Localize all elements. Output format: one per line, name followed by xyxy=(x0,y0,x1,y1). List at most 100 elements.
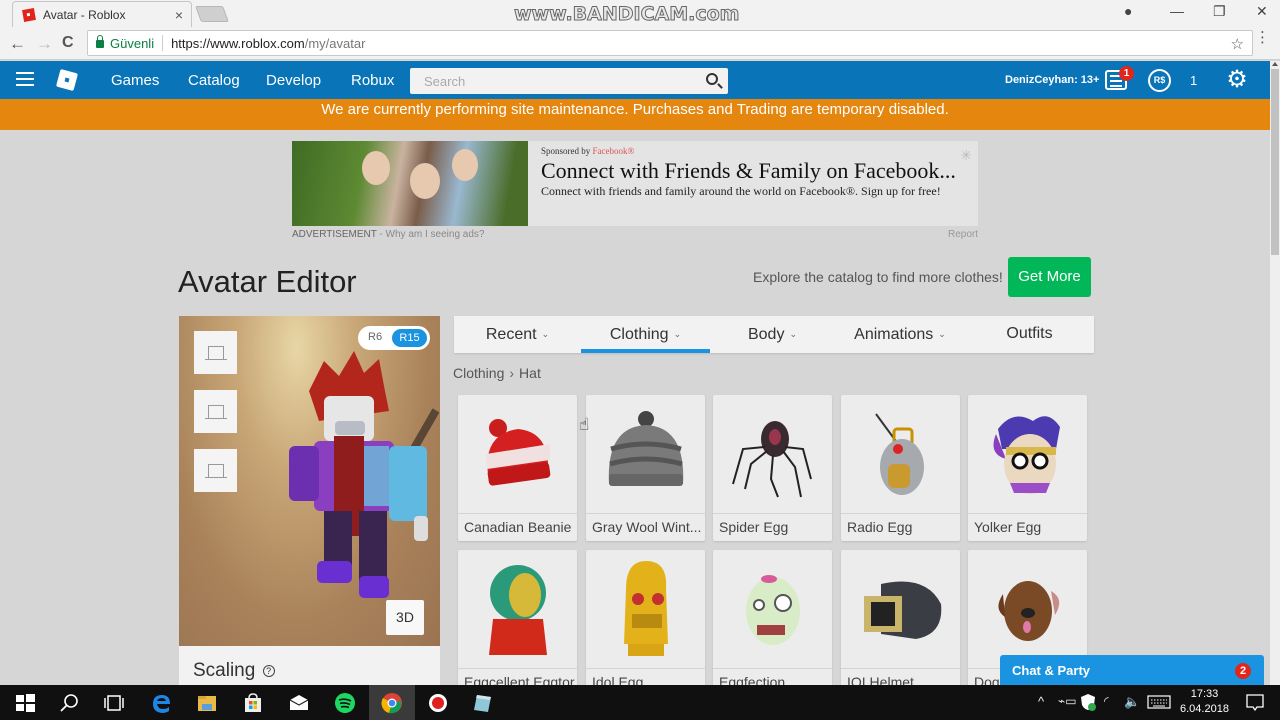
item-thumbnail xyxy=(968,550,1087,668)
scrollbar-thumb[interactable] xyxy=(1271,69,1279,255)
edge-browser-icon[interactable] xyxy=(150,692,172,714)
volume-icon[interactable]: 🔈 xyxy=(1124,694,1140,710)
tab-label: Outfits xyxy=(1006,325,1053,342)
reload-button[interactable]: C xyxy=(62,34,74,52)
tab-clothing[interactable]: Clothing ⌄ xyxy=(581,316,710,353)
bandicam-record-icon[interactable] xyxy=(427,692,449,714)
item-card[interactable]: Radio Egg xyxy=(841,395,960,541)
forward-button[interactable]: → xyxy=(36,34,53,54)
address-bar-row: ← → C Güvenli https://www.roblox.com/my/… xyxy=(0,27,1280,60)
robux-count[interactable]: 1 xyxy=(1190,73,1197,88)
nav-games[interactable]: Games xyxy=(111,72,159,89)
tab-close-icon[interactable]: × xyxy=(175,7,183,23)
why-ads-link[interactable]: - Why am I seeing ads? xyxy=(377,229,484,240)
system-clock[interactable]: 17:33 6.04.2018 xyxy=(1180,687,1229,717)
nav-catalog[interactable]: Catalog xyxy=(188,72,240,89)
ad-loading-icon: ✳ xyxy=(960,147,972,163)
mail-icon[interactable] xyxy=(288,692,310,714)
touch-keyboard-icon[interactable] xyxy=(1147,695,1171,709)
advertisement-banner[interactable]: Sponsored by Facebook® Connect with Frie… xyxy=(292,141,978,226)
item-thumbnail xyxy=(586,395,705,513)
chat-party-button[interactable]: Chat & Party 2 xyxy=(1000,655,1264,685)
windows-defender-icon[interactable] xyxy=(1080,693,1096,711)
page-scrollbar[interactable] xyxy=(1270,61,1280,685)
hat-icon xyxy=(204,464,227,478)
accessory-slot-3[interactable] xyxy=(194,449,237,492)
back-button[interactable]: ← xyxy=(9,34,26,54)
hamburger-menu-icon[interactable] xyxy=(16,72,34,86)
new-tab-button[interactable] xyxy=(195,6,229,22)
ad-headline[interactable]: Connect with Friends & Family on Faceboo… xyxy=(541,158,956,184)
site-header: Games Catalog Develop Robux DenizCeyhan:… xyxy=(0,61,1270,99)
windows-taskbar: ^ ⌁▭ ◜ 🔈 17:33 6.04.2018 xyxy=(0,685,1280,720)
item-thumbnail xyxy=(713,395,832,513)
tab-animations[interactable]: Animations ⌄ xyxy=(835,316,965,353)
item-card[interactable]: Eggfection xyxy=(713,550,832,696)
chrome-icon[interactable] xyxy=(381,692,403,714)
nav-robux[interactable]: Robux xyxy=(351,72,394,89)
url-input[interactable]: Güvenli https://www.roblox.com/my/avatar… xyxy=(87,30,1253,56)
show-hidden-icons[interactable]: ^ xyxy=(1038,694,1044,709)
browser-tab-active[interactable]: Avatar - Roblox × xyxy=(12,1,192,27)
scroll-up-arrow-icon[interactable] xyxy=(1272,62,1278,66)
browser-titlebar: Avatar - Roblox × www.BANDICAM.com ● — ❐… xyxy=(0,0,1280,27)
ad-sponsored-prefix: Sponsored by xyxy=(541,146,593,156)
tab-label: Animations xyxy=(854,326,934,343)
chevron-down-icon: ⌄ xyxy=(673,329,682,339)
search-icon[interactable] xyxy=(706,73,718,85)
nav-develop[interactable]: Develop xyxy=(266,72,321,89)
accessory-slot-1[interactable] xyxy=(194,331,237,374)
rig-type-toggle: R6 R15 xyxy=(358,326,430,350)
ad-image xyxy=(292,141,528,226)
toggle-3d-button[interactable]: 3D xyxy=(386,600,424,635)
search-input[interactable] xyxy=(410,68,690,94)
item-thumbnail xyxy=(841,550,960,668)
tab-label: Clothing xyxy=(609,326,669,343)
bookmark-star-icon[interactable]: ☆ xyxy=(1231,35,1244,53)
item-card[interactable]: Spider Egg xyxy=(713,395,832,541)
tab-body[interactable]: Body ⌄ xyxy=(710,316,835,353)
lock-icon xyxy=(96,35,104,48)
chat-party-label: Chat & Party xyxy=(1012,663,1091,678)
item-card[interactable]: Canadian Beanie xyxy=(458,395,577,541)
app-notes-icon[interactable] xyxy=(472,692,494,714)
item-card[interactable]: Idol Egg xyxy=(586,550,705,696)
rig-r15-option[interactable]: R15 xyxy=(392,329,427,347)
tab-outfits[interactable]: Outfits xyxy=(965,316,1094,353)
breadcrumb-clothing[interactable]: Clothing xyxy=(453,365,504,381)
username-label[interactable]: DenizCeyhan: 13+ xyxy=(1005,74,1099,86)
task-view-icon[interactable] xyxy=(103,692,125,714)
page-title: Avatar Editor xyxy=(178,264,357,299)
item-card[interactable]: Eggcellent Eggtor xyxy=(458,550,577,696)
help-icon[interactable]: ? xyxy=(262,665,275,677)
close-window-button[interactable]: ✕ xyxy=(1256,3,1268,20)
get-more-button[interactable]: Get More xyxy=(1008,257,1091,297)
report-ad-link[interactable]: Report xyxy=(948,229,978,240)
restore-button[interactable]: ❐ xyxy=(1213,3,1226,20)
robux-icon[interactable]: R$ xyxy=(1148,69,1171,92)
item-card[interactable]: Gray Wool Wint... xyxy=(586,395,705,541)
breadcrumb: Clothing › Hat xyxy=(453,365,541,381)
item-thumbnail xyxy=(586,550,705,668)
file-explorer-icon[interactable] xyxy=(196,692,218,714)
browser-menu-icon[interactable]: ⋮ xyxy=(1255,30,1270,45)
clock-time: 17:33 xyxy=(1190,688,1219,700)
settings-gear-icon[interactable]: ⚙ xyxy=(1225,68,1249,92)
accessory-slot-2[interactable] xyxy=(194,390,237,433)
bandicam-watermark: www.BANDICAM.com xyxy=(513,3,740,26)
wifi-icon[interactable]: ◜ xyxy=(1104,694,1109,708)
browser-account-icon[interactable]: ● xyxy=(1124,3,1132,19)
item-card[interactable]: IOI Helmet xyxy=(841,550,960,696)
microsoft-store-icon[interactable] xyxy=(242,692,264,714)
rig-r6-option[interactable]: R6 xyxy=(368,331,382,343)
minimize-button[interactable]: — xyxy=(1170,3,1184,19)
tab-recent[interactable]: Recent ⌄ xyxy=(454,316,581,353)
spotify-icon[interactable] xyxy=(334,692,356,714)
roblox-logo-icon[interactable] xyxy=(55,68,79,92)
search-taskbar-icon[interactable] xyxy=(58,692,80,714)
action-center-icon[interactable] xyxy=(1245,693,1265,713)
item-card[interactable]: Yolker Egg xyxy=(968,395,1087,541)
scaling-label: Scaling xyxy=(193,660,256,681)
windows-start-icon[interactable] xyxy=(14,692,36,714)
battery-power-icon[interactable]: ⌁▭ xyxy=(1058,694,1077,708)
